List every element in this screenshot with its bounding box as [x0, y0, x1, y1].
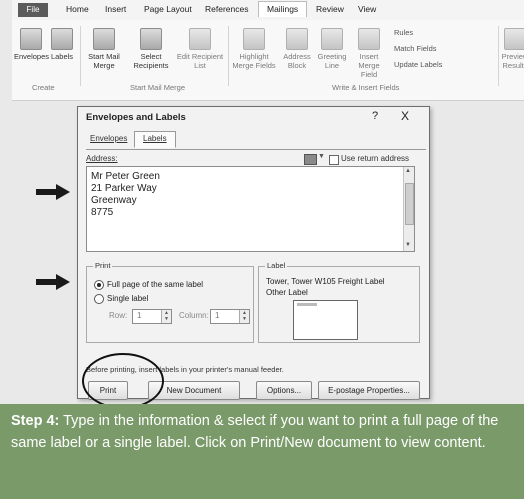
edit-list-icon: [189, 28, 211, 50]
address-line: 8775: [91, 207, 114, 218]
full-page-label: Full page of the same label: [107, 280, 204, 289]
label-product[interactable]: Tower, Tower W105 Freight Label: [266, 277, 385, 287]
tab-envelopes[interactable]: Envelopes: [90, 134, 127, 143]
address-scrollbar[interactable]: ▲ ▼: [403, 167, 414, 251]
envelopes-labels-dialog: Envelopes and Labels ? X Envelopes Label…: [77, 106, 430, 400]
tab-home[interactable]: Home: [66, 4, 89, 14]
tab-references[interactable]: References: [205, 4, 248, 14]
single-label-label: Single label: [107, 294, 149, 303]
group-start-mail-merge: Start Mail Merge: [130, 83, 186, 92]
label-group: Label Tower, Tower W105 Freight Label Ot…: [258, 261, 420, 343]
greeting-line-button[interactable]: Greeting Line: [315, 28, 349, 70]
tab-labels[interactable]: Labels: [134, 131, 176, 148]
group-create: Create: [32, 83, 55, 92]
match-fields-button[interactable]: Match Fields: [394, 44, 437, 53]
mail-merge-icon: [93, 28, 115, 50]
row-stepper[interactable]: 1 ▲ ▼: [132, 309, 172, 324]
column-stepper[interactable]: 1 ▲ ▼: [210, 309, 250, 324]
e-postage-properties-button[interactable]: E-postage Properties...: [318, 381, 420, 400]
highlight-merge-fields-button[interactable]: Highlight Merge Fields: [230, 28, 278, 70]
printer-note: Before printing, insert labels in your p…: [86, 365, 284, 374]
address-line: Mr Peter Green: [91, 171, 160, 182]
tab-view[interactable]: View: [358, 4, 376, 14]
caption-text: Step 4: Type in the information & select…: [11, 410, 521, 454]
tab-insert[interactable]: Insert: [105, 4, 126, 14]
scroll-up-icon[interactable]: ▲: [405, 168, 411, 174]
full-page-radio[interactable]: [94, 280, 104, 290]
insert-field-icon: [358, 28, 380, 50]
caption-step: Step 4:: [11, 413, 60, 429]
insert-merge-field-button[interactable]: Insert Merge Field: [350, 28, 388, 79]
new-document-button[interactable]: New Document: [148, 381, 240, 400]
tab-file[interactable]: File: [18, 3, 48, 17]
highlight-icon: [243, 28, 265, 50]
scroll-thumb[interactable]: [405, 183, 414, 225]
greeting-line-icon: [321, 28, 343, 50]
ribbon-tabs: File Home Insert Page Layout References …: [12, 0, 524, 21]
start-mail-merge-button[interactable]: Start Mail Merge: [82, 28, 126, 70]
ribbon: Envelopes Labels Start Mail Merge Select…: [12, 20, 524, 101]
address-book-icon[interactable]: [304, 154, 317, 165]
column-label: Column:: [179, 311, 209, 320]
select-recipients-button[interactable]: Select Recipients: [128, 28, 174, 70]
envelope-icon: [20, 28, 42, 50]
single-label-radio[interactable]: [94, 294, 104, 304]
group-write-insert-fields: Write & Insert Fields: [332, 83, 400, 92]
caption-body: Type in the information & select if you …: [11, 413, 499, 451]
edit-recipient-list-button[interactable]: Edit Recipient List: [176, 28, 224, 70]
label-type[interactable]: Other Label: [266, 288, 308, 298]
ribbon-separator: [498, 26, 499, 86]
address-block-button[interactable]: Address Block: [280, 28, 314, 70]
print-button[interactable]: Print: [88, 381, 128, 400]
label-group-title: Label: [265, 261, 288, 270]
labels-button[interactable]: Labels: [48, 28, 76, 61]
update-labels-button[interactable]: Update Labels: [394, 60, 442, 69]
labels-icon: [51, 28, 73, 50]
chevron-down-icon[interactable]: ▼: [318, 153, 325, 160]
preview-icon: [504, 28, 524, 50]
help-button[interactable]: ?: [372, 110, 378, 122]
recipients-icon: [140, 28, 162, 50]
ribbon-separator: [80, 26, 81, 86]
row-label: Row:: [109, 311, 128, 320]
address-textarea[interactable]: Mr Peter Green 21 Parker Way Greenway 87…: [86, 166, 415, 252]
use-return-address-checkbox[interactable]: [329, 155, 339, 165]
address-line: 21 Parker Way: [91, 183, 157, 194]
label-preview[interactable]: [293, 300, 358, 340]
arrow-icon: [36, 184, 70, 200]
tab-page-layout[interactable]: Page Layout: [144, 4, 192, 14]
print-group: Print Full page of the same label Single…: [86, 261, 254, 343]
preview-results-button[interactable]: Preview Results: [500, 28, 524, 70]
envelopes-button[interactable]: Envelopes: [14, 28, 49, 61]
options-button[interactable]: Options...: [256, 381, 312, 400]
rules-button[interactable]: Rules: [394, 28, 413, 37]
dialog-title: Envelopes and Labels: [86, 112, 186, 123]
close-button[interactable]: X: [401, 109, 409, 123]
address-block-icon: [286, 28, 308, 50]
tab-mailings[interactable]: Mailings: [258, 1, 308, 17]
instruction-caption: Step 4: Type in the information & select…: [0, 404, 524, 499]
use-return-address-label: Use return address: [341, 154, 410, 163]
arrow-icon: [36, 274, 70, 290]
scroll-down-icon[interactable]: ▼: [405, 242, 411, 248]
print-group-title: Print: [93, 261, 113, 270]
address-line: Greenway: [91, 195, 137, 206]
address-label: Address:: [86, 154, 118, 163]
dialog-tabs: Envelopes Labels: [86, 131, 426, 150]
ribbon-separator: [228, 26, 229, 86]
tab-review[interactable]: Review: [316, 4, 344, 14]
